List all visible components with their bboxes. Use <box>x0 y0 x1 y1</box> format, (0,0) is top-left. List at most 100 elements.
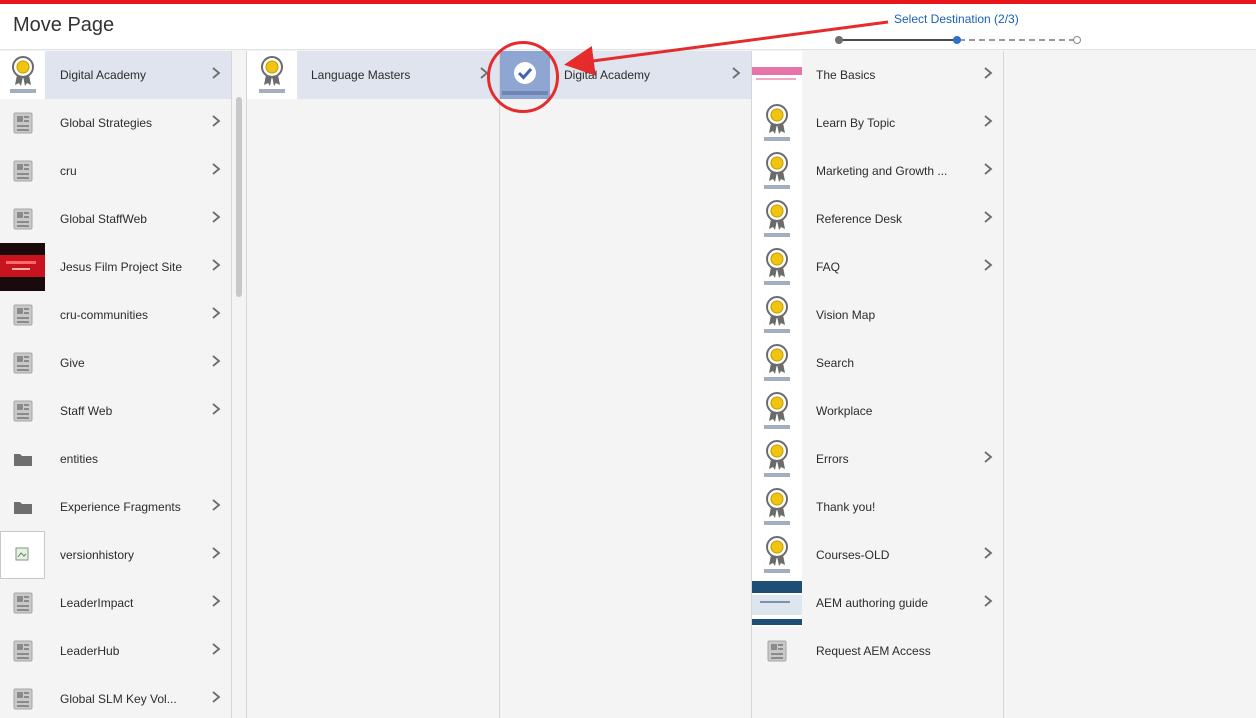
award-ribbon-icon <box>752 147 802 195</box>
page-icon <box>0 99 45 147</box>
column-1-item-staff-web[interactable]: Staff Web <box>0 387 231 435</box>
column-1-item-cru-communities[interactable]: cru-communities <box>0 291 231 339</box>
column-4-item-errors[interactable]: Errors <box>752 435 1003 483</box>
column-4-item-thank-you[interactable]: Thank you! <box>752 483 1003 531</box>
item-label: cru-communities <box>60 308 149 322</box>
chevron-right-icon[interactable] <box>973 594 1003 612</box>
award-ribbon-icon <box>752 483 802 531</box>
item-label: Staff Web <box>60 404 113 418</box>
column-2-item-language-masters[interactable]: Language Masters <box>247 51 499 99</box>
column-1-item-cru[interactable]: cru <box>0 147 231 195</box>
chevron-right-icon[interactable] <box>973 258 1003 276</box>
page-title: Move Page <box>13 14 115 36</box>
chevron-right-icon[interactable] <box>469 66 499 84</box>
broken-image-icon <box>0 531 45 579</box>
column-4-item-request-aem-access[interactable]: Request AEM Access <box>752 627 1003 675</box>
award-ribbon-icon <box>752 195 802 243</box>
column-1-item-give[interactable]: Give <box>0 339 231 387</box>
chevron-right-icon[interactable] <box>973 162 1003 180</box>
column-4-item-aem-authoring-guide[interactable]: AEM authoring guide <box>752 579 1003 627</box>
scrollbar-thumb[interactable] <box>236 97 242 297</box>
column-5-empty <box>1004 51 1256 718</box>
folder-icon <box>0 483 45 531</box>
chevron-right-icon[interactable] <box>201 162 231 180</box>
column-4-item-workplace[interactable]: Workplace <box>752 387 1003 435</box>
page-icon <box>0 675 45 718</box>
column-1-item-jesus-film-project-site[interactable]: Jesus Film Project Site <box>0 243 231 291</box>
award-ribbon-icon <box>752 243 802 291</box>
page-icon <box>0 147 45 195</box>
item-label: Vision Map <box>816 308 876 322</box>
chevron-right-icon[interactable] <box>201 66 231 84</box>
award-ribbon-icon <box>752 291 802 339</box>
award-ribbon-icon <box>752 99 802 147</box>
item-label: AEM authoring guide <box>816 596 929 610</box>
column-1-scrollbar[interactable] <box>232 51 247 718</box>
wizard-step-2-dot <box>953 36 961 44</box>
chevron-right-icon[interactable] <box>201 642 231 660</box>
column-1-item-experience-fragments[interactable]: Experience Fragments <box>0 483 231 531</box>
chevron-right-icon[interactable] <box>201 402 231 420</box>
column-2: Language Masters <box>247 51 500 718</box>
column-1-item-global-strategies[interactable]: Global Strategies <box>0 99 231 147</box>
item-label: Global SLM Key Vol... <box>60 692 177 706</box>
item-label: Digital Academy <box>564 68 651 82</box>
column-4: The Basics Learn By Topic Marketing and Gr… <box>752 51 1004 718</box>
item-label: Global Strategies <box>60 116 153 130</box>
chevron-right-icon[interactable] <box>201 354 231 372</box>
chevron-right-icon[interactable] <box>201 306 231 324</box>
wizard-step-1-dot <box>835 36 843 44</box>
page-icon <box>0 387 45 435</box>
item-label: Jesus Film Project Site <box>60 260 183 274</box>
item-label: cru <box>60 164 77 178</box>
chevron-right-icon[interactable] <box>201 210 231 228</box>
chevron-right-icon[interactable] <box>973 546 1003 564</box>
column-4-item-courses-old[interactable]: Courses-OLD <box>752 531 1003 579</box>
item-label: The Basics <box>816 68 876 82</box>
chevron-right-icon[interactable] <box>201 498 231 516</box>
chevron-right-icon[interactable] <box>201 258 231 276</box>
column-1-item-leaderhub[interactable]: LeaderHub <box>0 627 231 675</box>
item-label: entities <box>60 452 99 466</box>
item-label: Request AEM Access <box>816 644 931 658</box>
checkmark-icon[interactable] <box>500 51 550 99</box>
item-label: FAQ <box>816 260 841 274</box>
chevron-right-icon[interactable] <box>973 114 1003 132</box>
chevron-right-icon[interactable] <box>973 66 1003 84</box>
item-label: Language Masters <box>311 68 411 82</box>
column-4-item-marketing-and-growth[interactable]: Marketing and Growth ... <box>752 147 1003 195</box>
column-1-item-versionhistory[interactable]: versionhistory <box>0 531 231 579</box>
item-label: Search <box>816 356 855 370</box>
wizard-progress-complete <box>839 39 957 41</box>
column-3-item-digital-academy[interactable]: Digital Academy <box>500 51 751 99</box>
chevron-right-icon[interactable] <box>201 114 231 132</box>
wizard-progress <box>835 35 1085 45</box>
column-1-item-leaderimpact[interactable]: LeaderImpact <box>0 579 231 627</box>
column-1-item-global-slm-key-vol[interactable]: Global SLM Key Vol... <box>0 675 231 718</box>
wizard-progress-remaining <box>959 39 1075 41</box>
award-ribbon-icon <box>752 339 802 387</box>
column-4-item-reference-desk[interactable]: Reference Desk <box>752 195 1003 243</box>
chevron-right-icon[interactable] <box>201 546 231 564</box>
column-1-item-entities[interactable]: entities <box>0 435 231 483</box>
video-thumbnail-icon <box>0 243 45 291</box>
chevron-right-icon[interactable] <box>201 690 231 708</box>
column-4-item-the-basics[interactable]: The Basics <box>752 51 1003 99</box>
column-4-item-search[interactable]: Search <box>752 339 1003 387</box>
column-4-item-faq[interactable]: FAQ <box>752 243 1003 291</box>
item-label: Give <box>60 356 85 370</box>
column-1-item-global-staffweb[interactable]: Global StaffWeb <box>0 195 231 243</box>
page-icon <box>0 579 45 627</box>
chevron-right-icon[interactable] <box>973 450 1003 468</box>
chevron-right-icon[interactable] <box>721 66 751 84</box>
page-icon <box>0 291 45 339</box>
chevron-right-icon[interactable] <box>201 594 231 612</box>
award-ribbon-icon <box>247 51 297 99</box>
item-label: Learn By Topic <box>816 116 896 130</box>
column-1-item-digital-academy[interactable]: Digital Academy <box>0 51 231 99</box>
column-4-item-learn-by-topic[interactable]: Learn By Topic <box>752 99 1003 147</box>
column-4-item-vision-map[interactable]: Vision Map <box>752 291 1003 339</box>
chevron-right-icon[interactable] <box>973 210 1003 228</box>
item-label: LeaderHub <box>60 644 120 658</box>
page-icon <box>752 627 802 675</box>
